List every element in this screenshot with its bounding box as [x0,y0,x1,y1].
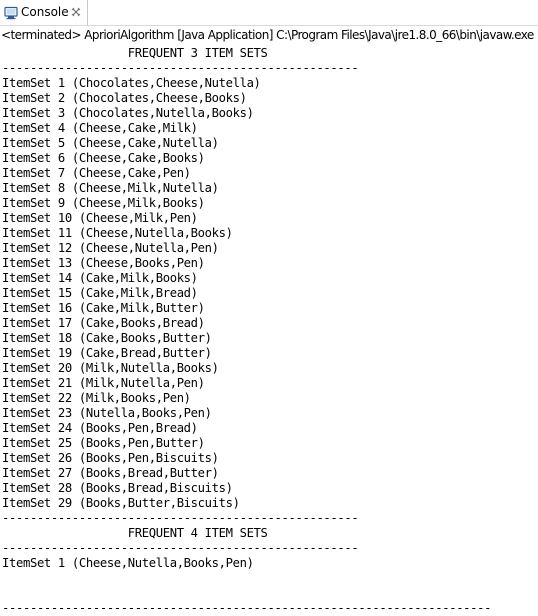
console-line: ItemSet 14 (Cake,Milk,Books) [2,271,198,285]
console-line: ItemSet 20 (Milk,Nutella,Books) [2,361,219,375]
console-line: ItemSet 4 (Cheese,Cake,Milk) [2,121,198,135]
console-tab-bar: Console [0,0,538,26]
console-line: ItemSet 21 (Milk,Nutella,Pen) [2,376,205,390]
console-line: ItemSet 24 (Books,Pen,Bread) [2,421,198,435]
console-line: ----------------------------------------… [2,541,359,555]
close-icon[interactable] [71,7,81,17]
tab-console[interactable]: Console [0,0,88,25]
console-line: ItemSet 23 (Nutella,Books,Pen) [2,406,212,420]
console-line: ItemSet 28 (Books,Bread,Biscuits) [2,481,233,495]
console-line: ItemSet 17 (Cake,Books,Bread) [2,316,205,330]
console-line: ItemSet 2 (Chocolates,Cheese,Books) [2,91,247,105]
console-line: ItemSet 10 (Cheese,Milk,Pen) [2,211,198,225]
console-line: ItemSet 22 (Milk,Books,Pen) [2,391,191,405]
console-line: ----------------------------------------… [2,601,492,615]
console-line: ItemSet 13 (Cheese,Books,Pen) [2,256,205,270]
console-output[interactable]: FREQUENT 3 ITEM SETS --------------------… [2,46,491,616]
console-line: ----------------------------------------… [2,61,359,75]
process-status-line: <terminated> AprioriAlgorithm [Java Appl… [1,28,538,42]
console-line: ItemSet 7 (Cheese,Cake,Pen) [2,166,191,180]
tab-console-label: Console [21,5,69,19]
console-line: ItemSet 11 (Cheese,Nutella,Books) [2,226,233,240]
console-line: ----------------------------------------… [2,511,359,525]
console-line: ItemSet 19 (Cake,Bread,Butter) [2,346,212,360]
console-line: FREQUENT 4 ITEM SETS [2,526,268,540]
console-line: ItemSet 8 (Cheese,Milk,Nutella) [2,181,219,195]
console-line: ItemSet 26 (Books,Pen,Biscuits) [2,451,219,465]
console-line: FREQUENT 3 ITEM SETS [2,46,268,60]
console-line: ItemSet 15 (Cake,Milk,Bread) [2,286,198,300]
console-line: ItemSet 27 (Books,Bread,Butter) [2,466,219,480]
console-line: ItemSet 6 (Cheese,Cake,Books) [2,151,205,165]
console-line: ItemSet 25 (Books,Pen,Butter) [2,436,205,450]
console-line: ItemSet 1 (Cheese,Nutella,Books,Pen) [2,556,254,570]
console-line: ItemSet 5 (Cheese,Cake,Nutella) [2,136,219,150]
console-line: ItemSet 16 (Cake,Milk,Butter) [2,301,205,315]
console-line: ItemSet 9 (Cheese,Milk,Books) [2,196,205,210]
console-icon [4,6,18,20]
console-line: ItemSet 12 (Cheese,Nutella,Pen) [2,241,219,255]
console-line: ItemSet 18 (Cake,Books,Butter) [2,331,212,345]
console-line: ItemSet 3 (Chocolates,Nutella,Books) [2,106,254,120]
console-line: ItemSet 29 (Books,Butter,Biscuits) [2,496,240,510]
console-line: ItemSet 1 (Chocolates,Cheese,Nutella) [2,76,261,90]
